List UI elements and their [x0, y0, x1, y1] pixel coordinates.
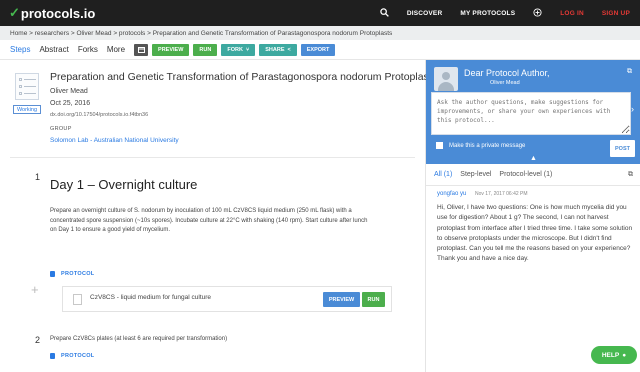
tab-forks[interactable]: Forks [78, 45, 98, 54]
protocol-label-text-2: PROTOCOL [61, 353, 95, 359]
login-link[interactable]: LOG IN [560, 10, 584, 17]
top-navigation-bar: ✓ protocols.io DISCOVER MY PROTOCOLS LOG… [0, 0, 640, 26]
comment-user[interactable]: yongfao yu [437, 191, 466, 197]
share-label: SHARE [265, 46, 285, 53]
linked-protocol-card[interactable]: CzV8CS - liquid medium for fungal cultur… [62, 286, 392, 312]
step-protocol-label-2: PROTOCOL [50, 353, 94, 359]
protocol-date: Oct 25, 2016 [50, 100, 91, 107]
tab-steps[interactable]: Steps [10, 45, 30, 54]
private-checkbox[interactable] [436, 142, 443, 149]
document-icon [73, 294, 82, 305]
tab-step-level[interactable]: Step-level [460, 171, 491, 178]
protocol-thumbnail-icon [15, 73, 39, 100]
search-icon[interactable] [380, 7, 389, 19]
comments-sidebar: Dear Protocol Author, Oliver Mead ⧉ › Ma… [426, 60, 640, 372]
step-description: Prepare an overnight culture of S. nodor… [50, 208, 368, 233]
step-description-2: Prepare CzV8Cs plates (at least 6 are re… [50, 336, 228, 342]
share-button[interactable]: SHARE < [259, 43, 297, 56]
comment-compose-panel: Dear Protocol Author, Oliver Mead ⧉ › Ma… [426, 60, 640, 164]
tab-more[interactable]: More [107, 45, 125, 54]
preview-button[interactable]: PREVIEW [152, 43, 190, 56]
protocols-logo[interactable]: ✓ protocols.io [9, 5, 95, 21]
linked-preview-button[interactable]: PREVIEW [323, 292, 360, 307]
status-badge: Working [13, 105, 41, 114]
step-protocol-label: PROTOCOL [50, 271, 94, 277]
private-message-toggle[interactable]: Make this a private message [436, 142, 525, 149]
add-circle-icon[interactable] [533, 7, 542, 19]
protocol-doi[interactable]: dx.doi.org/10.17504/protocols.io.f4tbn36 [50, 112, 148, 118]
protocol-doc-icon [50, 353, 55, 359]
nav-discover[interactable]: DISCOVER [407, 10, 443, 17]
group-label: GROUP [50, 126, 72, 132]
avatar [434, 67, 458, 91]
comment-input[interactable] [431, 92, 631, 135]
comment-text: Hi, Oliver, I have two questions: One is… [437, 204, 633, 263]
check-logo-icon: ✓ [9, 5, 20, 20]
protocol-title: Preparation and Genetic Transformation o… [50, 71, 437, 83]
collapse-caret-icon[interactable]: ▲ [530, 155, 537, 162]
logo-text: protocols.io [20, 5, 96, 21]
tab-abstract[interactable]: Abstract [39, 45, 68, 54]
compose-author-name: Oliver Mead [490, 80, 520, 86]
view-mode-button[interactable] [134, 43, 149, 56]
fork-button[interactable]: FORK ⑂ [221, 43, 256, 56]
tab-all-comments[interactable]: All (1) [434, 171, 452, 178]
external-link-icon[interactable]: ⧉ [628, 171, 633, 179]
fork-label: FORK [227, 46, 243, 53]
protocol-toolbar: Steps Abstract Forks More PREVIEW RUN FO… [0, 40, 640, 60]
step-title: Day 1 – Overnight culture [50, 177, 198, 192]
linked-protocol-name[interactable]: CzV8CS - liquid medium for fungal cultur… [90, 294, 211, 301]
step-number: 1 [35, 172, 41, 182]
nav-right: DISCOVER MY PROTOCOLS LOG IN SIGN UP [380, 0, 640, 26]
comment-date: Nov 17, 2017 06:42 PM [475, 191, 528, 197]
step-number-2: 2 [35, 335, 41, 345]
chevron-right-icon[interactable]: › [631, 104, 634, 114]
add-step-plus-icon[interactable]: + [31, 282, 39, 297]
fork-icon: ⑂ [245, 46, 250, 53]
nav-my-protocols[interactable]: MY PROTOCOLS [460, 10, 515, 17]
protocol-label-text: PROTOCOL [61, 271, 95, 277]
help-chat-icon: ● [622, 351, 627, 359]
signup-link[interactable]: SIGN UP [602, 10, 630, 17]
group-link[interactable]: Solomon Lab - Australian National Univer… [50, 137, 179, 144]
protocol-doc-icon [50, 271, 55, 277]
share-icon: < [287, 46, 291, 53]
run-button[interactable]: RUN [193, 43, 218, 56]
external-link-icon[interactable]: ⧉ [627, 68, 632, 76]
linked-run-button[interactable]: RUN [362, 292, 385, 307]
export-button[interactable]: EXPORT [300, 43, 336, 56]
help-label: HELP [601, 351, 620, 359]
comment-tabs: All (1) Step-level Protocol-level (1) ⧉ [426, 164, 640, 186]
protocol-author[interactable]: Oliver Mead [50, 88, 88, 95]
compose-greeting: Dear Protocol Author, [464, 68, 550, 78]
view-mode-icon [137, 46, 145, 53]
help-button[interactable]: HELP ● [591, 346, 637, 364]
section-divider [10, 157, 415, 158]
tab-protocol-level[interactable]: Protocol-level (1) [499, 171, 552, 178]
post-button[interactable]: POST [610, 140, 635, 157]
breadcrumb[interactable]: Home > researchers > Oliver Mead > proto… [0, 26, 640, 40]
private-label: Make this a private message [449, 142, 526, 149]
